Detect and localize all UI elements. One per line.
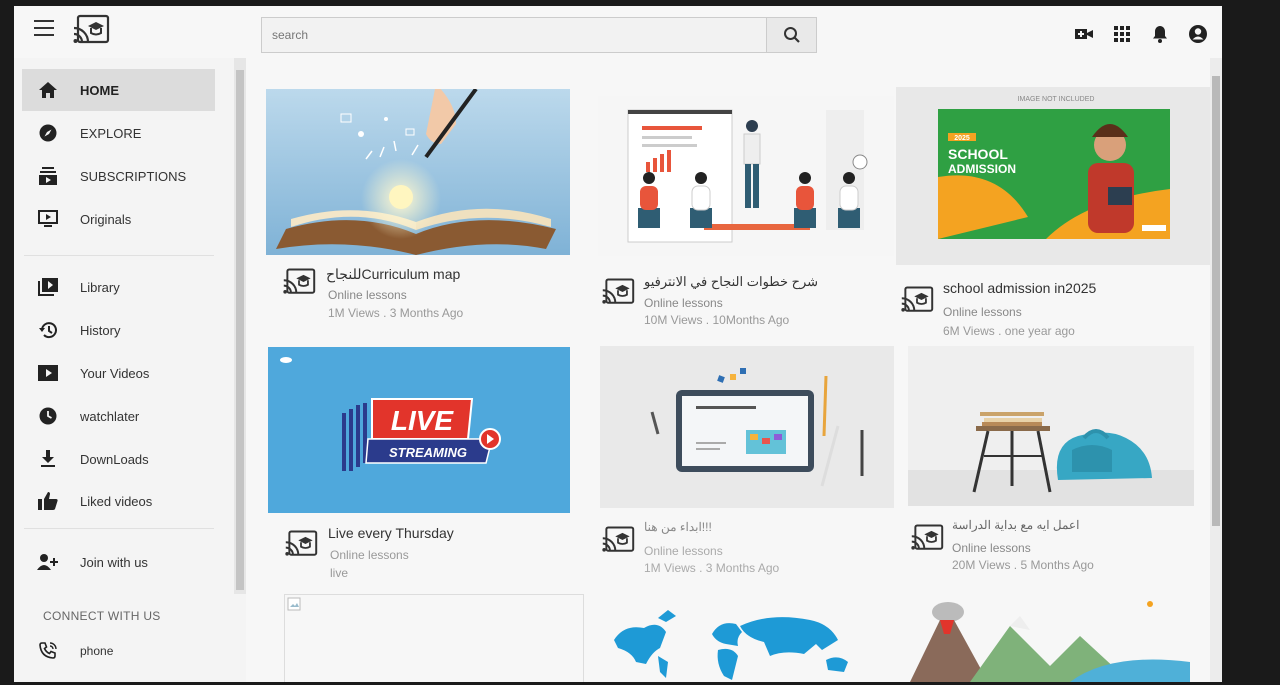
add-user-icon bbox=[36, 551, 60, 573]
sidebar-item-label: Originals bbox=[80, 211, 132, 227]
flyer-year: 2025 bbox=[954, 135, 970, 142]
flyer-note: IMAGE NOT INCLUDED bbox=[1018, 96, 1095, 103]
video-title[interactable]: Live every Thursday bbox=[328, 525, 454, 541]
originals-icon bbox=[36, 208, 60, 230]
search-icon bbox=[783, 27, 800, 43]
sidebar-item-label: SUBSCRIPTIONS bbox=[80, 168, 187, 184]
sidebar-item-label: HOME bbox=[80, 82, 119, 98]
world-map-thumbnail[interactable] bbox=[602, 604, 892, 682]
video-thumbnail[interactable]: LIVE STREAMING bbox=[268, 347, 570, 513]
flyer-line1: SCHOOL bbox=[948, 146, 1008, 162]
download-icon bbox=[36, 448, 60, 470]
video-stats: 1M Views . 3 Months Ago bbox=[328, 306, 464, 320]
sidebar-item-library[interactable]: Library bbox=[22, 266, 215, 308]
channel-logo-icon[interactable] bbox=[601, 277, 635, 307]
compass-icon bbox=[36, 122, 60, 144]
video-thumbnail[interactable] bbox=[908, 346, 1194, 506]
app-window: HOME EXPLORE SUBSCRIPTIONS Originals Lib… bbox=[14, 6, 1222, 682]
channel-name[interactable]: Online lessons bbox=[952, 541, 1031, 555]
bell-icon[interactable] bbox=[1150, 24, 1170, 44]
logo-icon[interactable] bbox=[72, 14, 110, 46]
channel-logo-icon[interactable] bbox=[284, 529, 318, 559]
connect-heading: CONNECT WITH US bbox=[43, 609, 161, 623]
video-title[interactable]: school admission in2025 bbox=[943, 280, 1096, 296]
video-title[interactable]: اعمل ايه مع بداية الدراسة bbox=[952, 518, 1079, 532]
history-icon bbox=[36, 319, 60, 341]
channel-logo-icon[interactable] bbox=[601, 525, 635, 555]
sidebar-item-your-videos[interactable]: Your Videos bbox=[22, 352, 215, 394]
sidebar: HOME EXPLORE SUBSCRIPTIONS Originals Lib… bbox=[14, 58, 230, 682]
sidebar-item-label: Liked videos bbox=[80, 493, 153, 509]
sidebar-item-label: Library bbox=[80, 279, 120, 295]
video-stats: 10M Views . 10Months Ago bbox=[644, 313, 790, 327]
sidebar-item-liked-videos[interactable]: Liked videos bbox=[22, 480, 215, 522]
video-thumbnail[interactable] bbox=[266, 89, 570, 255]
video-thumbnail[interactable] bbox=[598, 96, 894, 256]
thumbs-up-icon bbox=[36, 490, 60, 512]
top-bar bbox=[14, 6, 1222, 58]
search-button[interactable] bbox=[767, 17, 817, 53]
sidebar-scrollbar[interactable] bbox=[234, 58, 246, 594]
channel-name[interactable]: Online lessons bbox=[644, 544, 723, 558]
sidebar-item-label: DownLoads bbox=[80, 451, 149, 467]
your-videos-icon bbox=[36, 362, 60, 384]
video-title[interactable]: للنجاحCurriculum map bbox=[326, 266, 460, 283]
sidebar-item-watchlater[interactable]: watchlater bbox=[22, 395, 215, 437]
sidebar-item-phone[interactable]: phone bbox=[22, 630, 215, 672]
channel-name[interactable]: Online lessons bbox=[644, 296, 723, 310]
sidebar-item-home[interactable]: HOME bbox=[22, 69, 215, 111]
video-title[interactable]: شرح خطوات النجاح في الانترفيو bbox=[644, 274, 818, 290]
search-input[interactable] bbox=[261, 17, 767, 53]
sidebar-item-label: EXPLORE bbox=[80, 125, 142, 141]
sidebar-item-label: History bbox=[80, 322, 121, 338]
channel-name[interactable]: Online lessons bbox=[328, 288, 407, 302]
sidebar-item-label: Your Videos bbox=[80, 365, 150, 381]
volcano-landscape-thumbnail[interactable] bbox=[910, 598, 1190, 682]
sidebar-item-join-with-us[interactable]: Join with us bbox=[22, 541, 215, 583]
phone-icon bbox=[36, 640, 60, 662]
video-stats: 20M Views . 5 Months Ago bbox=[952, 558, 1094, 572]
video-thumbnail[interactable] bbox=[600, 346, 894, 508]
sidebar-item-label: Join with us bbox=[80, 554, 148, 570]
video-stats: 6M Views . one year ago bbox=[943, 324, 1075, 338]
video-thumbnail[interactable]: IMAGE NOT INCLUDED 2025 SCHOOL ADMISSION bbox=[896, 87, 1214, 265]
video-grid: للنجاحCurriculum map Online lessons 1M V… bbox=[246, 58, 1222, 682]
main-scrollbar[interactable] bbox=[1210, 58, 1222, 682]
menu-icon[interactable] bbox=[34, 20, 54, 38]
account-icon[interactable] bbox=[1188, 24, 1208, 44]
subscriptions-icon bbox=[36, 165, 60, 187]
sidebar-item-history[interactable]: History bbox=[22, 309, 215, 351]
library-icon bbox=[36, 276, 60, 298]
home-icon bbox=[36, 79, 60, 101]
channel-name[interactable]: Online lessons bbox=[943, 305, 1022, 319]
sidebar-item-label: watchlater bbox=[80, 408, 140, 424]
video-title[interactable]: ابداء من هنا!!! bbox=[644, 520, 712, 534]
sidebar-item-explore[interactable]: EXPLORE bbox=[22, 112, 215, 154]
apps-grid-icon[interactable] bbox=[1112, 24, 1132, 44]
banner-streaming: STREAMING bbox=[389, 445, 467, 460]
create-video-icon[interactable] bbox=[1074, 24, 1094, 44]
sidebar-item-originals[interactable]: Originals bbox=[22, 198, 215, 240]
search-bar bbox=[261, 17, 817, 53]
video-stats: live bbox=[330, 566, 349, 580]
channel-logo-icon[interactable] bbox=[910, 523, 944, 553]
sidebar-item-downloads[interactable]: DownLoads bbox=[22, 438, 215, 480]
channel-logo-icon[interactable] bbox=[900, 285, 934, 315]
banner-live: LIVE bbox=[391, 405, 455, 436]
broken-image-thumbnail[interactable] bbox=[284, 594, 584, 682]
video-stats: 1M Views . 3 Months Ago bbox=[644, 561, 780, 575]
sidebar-item-subscriptions[interactable]: SUBSCRIPTIONS bbox=[22, 155, 215, 197]
channel-logo-icon[interactable] bbox=[282, 267, 316, 297]
clock-icon bbox=[36, 405, 60, 427]
channel-name[interactable]: Online lessons bbox=[330, 548, 409, 562]
flyer-line2: ADMISSION bbox=[948, 162, 1016, 176]
sidebar-item-label: phone bbox=[80, 644, 114, 658]
